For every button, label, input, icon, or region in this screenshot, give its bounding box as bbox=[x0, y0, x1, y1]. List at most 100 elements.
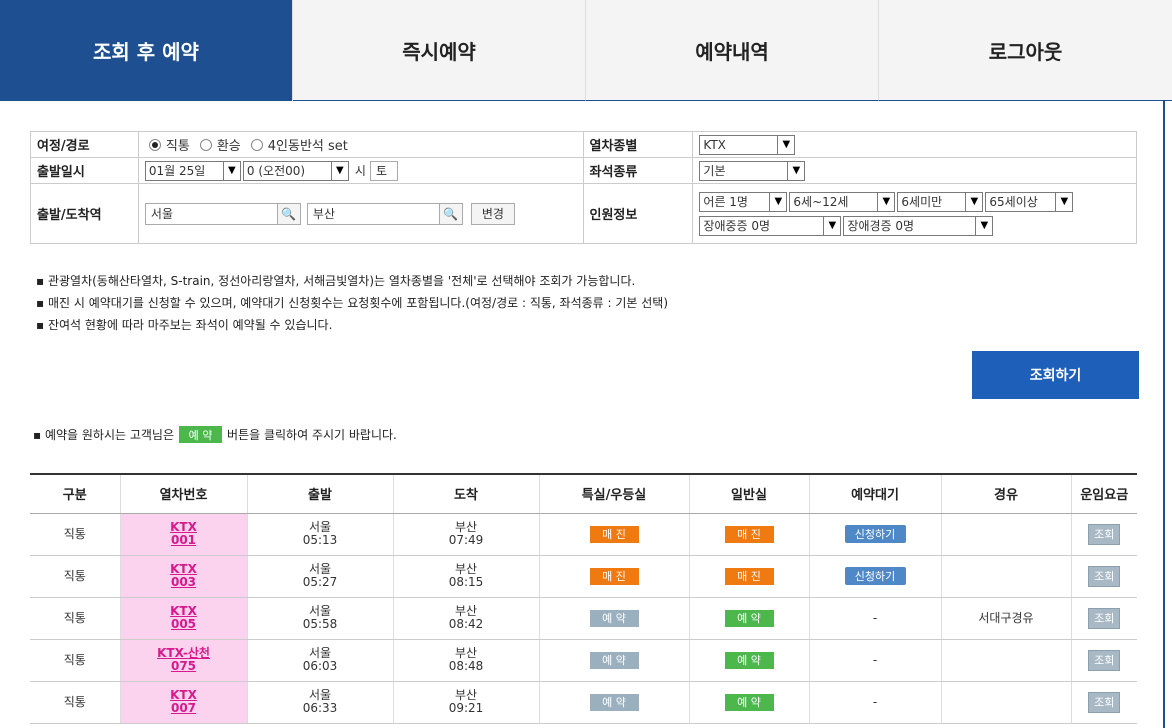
train-number-link[interactable]: KTX 003 bbox=[121, 563, 247, 589]
general-reserve-button[interactable]: 예 약 bbox=[724, 609, 774, 627]
special-sold-out-badge: 매 진 bbox=[589, 567, 639, 585]
waitlist-cell: - bbox=[809, 639, 942, 682]
chevron-down-icon: ▼ bbox=[1055, 192, 1072, 211]
table-header-row: 구분 열차번호 출발 도착 특실/우등실 일반실 예약대기 경유 운임요금 bbox=[30, 474, 1137, 514]
senior-select[interactable]: 65세이상 ▼ bbox=[985, 191, 1074, 212]
seat-type-select[interactable]: 기본 ▼ bbox=[699, 160, 806, 181]
general-reserve-button[interactable]: 예 약 bbox=[724, 693, 774, 711]
route-options: 직통 환승 4인동반석 set bbox=[139, 132, 584, 157]
special-sold-out-badge: 매 진 bbox=[589, 525, 639, 543]
via-cell bbox=[941, 681, 1072, 724]
via-cell bbox=[941, 555, 1072, 598]
train-number-link[interactable]: KTX 007 bbox=[121, 689, 247, 715]
column-header: 특실/우등실 bbox=[539, 474, 690, 514]
time-suffix: 시 bbox=[354, 164, 366, 178]
disabled-mild-select[interactable]: 장애경증 0명 ▼ bbox=[843, 215, 994, 236]
via-cell bbox=[941, 639, 1072, 682]
table-row: 직통 KTX 001 서울 05:13 부산 07:49 매 진 매 진 신청하기 조… bbox=[30, 513, 1137, 556]
route-direct-label: 직통 bbox=[165, 139, 190, 154]
adult-select[interactable]: 어른 1명 ▼ bbox=[699, 191, 788, 212]
via-cell: 서대구경유 bbox=[941, 597, 1072, 640]
tab-reservation-history[interactable]: 예약내역 bbox=[586, 0, 879, 101]
station-label: 출발/도착역 bbox=[31, 184, 139, 243]
column-header: 일반실 bbox=[689, 474, 810, 514]
notice-item: ▪ 매진 시 예약대기를 신청할 수 있으며, 예약대기 신청횟수는 요청횟수에… bbox=[36, 296, 669, 310]
train-number-cell: KTX 007 bbox=[120, 681, 248, 724]
special-reserve-button[interactable]: 예 약 bbox=[589, 609, 639, 627]
train-number-cell: KTX 003 bbox=[120, 555, 248, 598]
disabled-mild-value: 장애경증 0명 bbox=[847, 219, 915, 233]
column-header: 도착 bbox=[393, 474, 540, 514]
train-results-table: 구분 열차번호 출발 도착 특실/우등실 일반실 예약대기 경유 운임요금 직통… bbox=[30, 473, 1137, 724]
route-kind: 직통 bbox=[30, 639, 121, 682]
departure-cell: 서울 06:33 bbox=[247, 681, 394, 724]
train-number-link[interactable]: KTX 001 bbox=[121, 521, 247, 547]
chevron-down-icon: ▼ bbox=[877, 192, 894, 211]
route-direct-radio[interactable] bbox=[148, 138, 161, 151]
magnifier-icon[interactable]: 🔍 bbox=[438, 202, 463, 225]
date-select[interactable]: 01월 25일 ▼ bbox=[144, 160, 241, 181]
fare-lookup-button[interactable]: 조회 bbox=[1088, 607, 1121, 629]
train-type-label: 열차종별 bbox=[584, 132, 694, 157]
column-header: 경유 bbox=[941, 474, 1072, 514]
fare-lookup-button[interactable]: 조회 bbox=[1088, 565, 1121, 587]
train-number-link[interactable]: KTX-산천 075 bbox=[121, 647, 247, 673]
special-reserve-button[interactable]: 예 약 bbox=[589, 651, 639, 669]
train-number-link[interactable]: KTX 005 bbox=[121, 605, 247, 631]
departure-input[interactable]: 서울 bbox=[144, 202, 278, 225]
general-sold-out-badge: 매 진 bbox=[724, 567, 774, 585]
arrival-input[interactable]: 부산 bbox=[306, 202, 440, 225]
tab-search-reserve[interactable]: 조회 후 예약 bbox=[0, 0, 293, 101]
magnifier-icon[interactable]: 🔍 bbox=[276, 202, 301, 225]
waitlist-apply-button[interactable]: 신청하기 bbox=[844, 567, 906, 585]
fare-lookup-button[interactable]: 조회 bbox=[1088, 649, 1121, 671]
passenger-label: 인원정보 bbox=[584, 184, 694, 243]
child-select[interactable]: 6세~12세 ▼ bbox=[789, 191, 896, 212]
seat-type-label: 좌석종류 bbox=[584, 158, 694, 183]
train-number-cell: KTX-산천 075 bbox=[120, 639, 248, 682]
column-header: 열차번호 bbox=[120, 474, 248, 514]
booking-hint: ▪ 예약을 원하시는 고객님은 예 약 버튼을 클릭하여 주시기 바랍니다. bbox=[33, 426, 397, 443]
special-reserve-button[interactable]: 예 약 bbox=[589, 693, 639, 711]
waitlist-apply-button[interactable]: 신청하기 bbox=[844, 525, 906, 543]
swap-stations-button[interactable]: 변경 bbox=[470, 202, 515, 225]
table-row: 직통 KTX 005 서울 05:58 부산 08:42 예 약 예 약 - 서대구경… bbox=[30, 597, 1137, 640]
departure-cell: 서울 05:13 bbox=[247, 513, 394, 556]
disabled-severe-select[interactable]: 장애중증 0명 ▼ bbox=[699, 215, 842, 236]
train-type-value: KTX bbox=[703, 137, 726, 152]
train-type-select[interactable]: KTX ▼ bbox=[699, 134, 796, 155]
arrival-cell: 부산 08:48 bbox=[393, 639, 540, 682]
tab-instant-reserve[interactable]: 즉시예약 bbox=[293, 0, 586, 101]
time-value: 0 (오전00) bbox=[246, 164, 306, 178]
fare-lookup-button[interactable]: 조회 bbox=[1088, 523, 1121, 545]
route-group4-radio[interactable] bbox=[250, 138, 263, 151]
fare-lookup-button[interactable]: 조회 bbox=[1088, 691, 1121, 713]
route-kind: 직통 bbox=[30, 513, 121, 556]
search-button[interactable]: 조회하기 bbox=[972, 351, 1139, 399]
infant-select[interactable]: 6세미만 ▼ bbox=[897, 191, 984, 212]
time-select[interactable]: 0 (오전00) ▼ bbox=[242, 160, 349, 181]
booking-hint-sample-button: 예 약 bbox=[179, 426, 223, 443]
table-row: 직통 KTX 003 서울 05:27 부산 08:15 매 진 매 진 신청하기 조… bbox=[30, 555, 1137, 598]
train-number-cell: KTX 001 bbox=[120, 513, 248, 556]
main-content: 여정/경로 직통 환승 4인동반석 set 열차종별 KTX ▼ 출발일시 01… bbox=[0, 101, 1165, 728]
booking-hint-after: 버튼을 클릭하여 주시기 바랍니다. bbox=[227, 428, 397, 442]
train-number-cell: KTX 005 bbox=[120, 597, 248, 640]
route-group4-label: 4인동반석 set bbox=[267, 139, 348, 154]
search-form: 여정/경로 직통 환승 4인동반석 set 열차종별 KTX ▼ 출발일시 01… bbox=[30, 131, 1137, 244]
chevron-down-icon: ▼ bbox=[777, 135, 794, 154]
general-reserve-button[interactable]: 예 약 bbox=[724, 651, 774, 669]
chevron-down-icon: ▼ bbox=[823, 216, 840, 235]
chevron-down-icon: ▼ bbox=[330, 161, 348, 180]
route-kind: 직통 bbox=[30, 681, 121, 724]
route-transfer-radio[interactable] bbox=[199, 138, 212, 151]
column-header: 출발 bbox=[247, 474, 394, 514]
table-row: 직통 KTX 007 서울 06:33 부산 09:21 예 약 예 약 - 조회 bbox=[30, 681, 1137, 724]
notice-list: ▪ 관광열차(동해산타열차, S-train, 정선아리랑열차, 서해금빛열차)… bbox=[36, 270, 668, 336]
waitlist-cell: - bbox=[809, 681, 942, 724]
arrival-cell: 부산 09:21 bbox=[393, 681, 540, 724]
seat-type-value: 기본 bbox=[703, 164, 726, 178]
arrival-cell: 부산 08:15 bbox=[393, 555, 540, 598]
adult-value: 어른 1명 bbox=[703, 195, 748, 209]
tab-logout[interactable]: 로그아웃 bbox=[879, 0, 1172, 101]
